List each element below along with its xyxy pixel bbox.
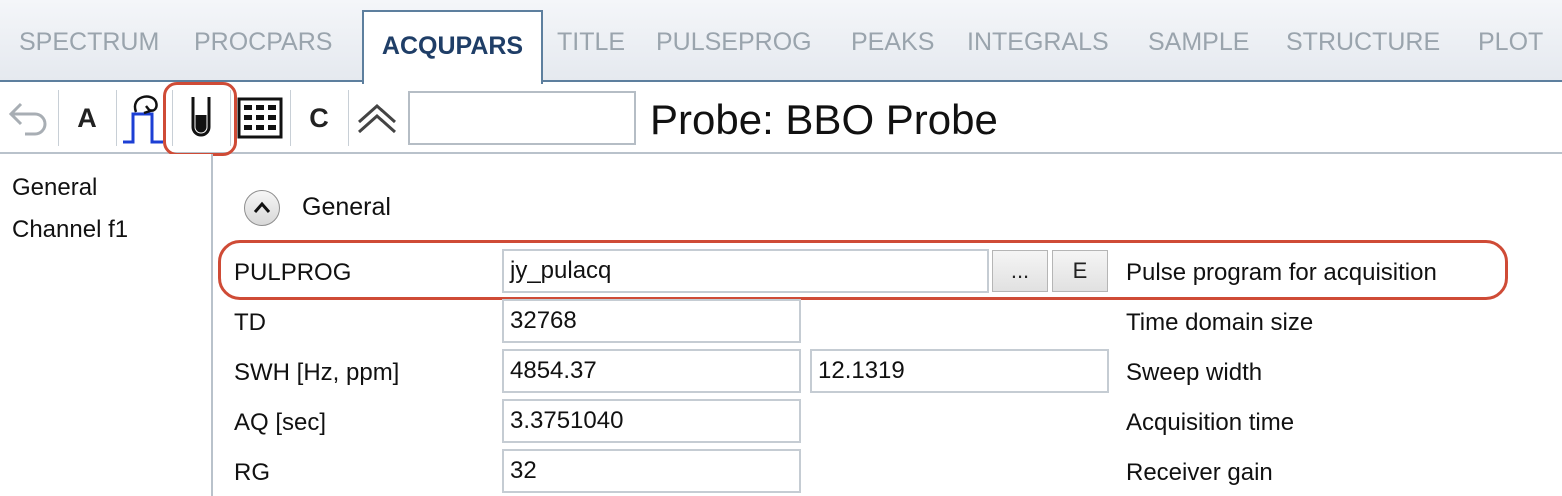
- probe-tube-icon: [191, 97, 211, 137]
- sidebar: General Channel f1: [0, 154, 213, 496]
- swh-description: Sweep width: [1126, 359, 1263, 386]
- td-label: TD: [234, 309, 266, 336]
- toolbar-separator: [172, 90, 173, 146]
- pulprog-browse-button[interactable]: ...: [992, 250, 1048, 292]
- toolbar-separator: [230, 90, 231, 146]
- pulse-program-button[interactable]: [118, 84, 168, 152]
- chevron-up-circle-icon: [253, 201, 271, 213]
- probe-button[interactable]: [174, 84, 228, 152]
- tab-integrals[interactable]: INTEGRALS: [967, 28, 1109, 57]
- tab-spectrum[interactable]: SPECTRUM: [19, 28, 159, 57]
- toolbar-separator: [116, 90, 117, 146]
- tab-procpars[interactable]: PROCPARS: [194, 28, 332, 57]
- td-input[interactable]: 32768: [502, 299, 801, 343]
- collapse-all-button[interactable]: [350, 84, 404, 152]
- tab-acqupars[interactable]: ACQUPARS: [362, 10, 543, 84]
- td-description: Time domain size: [1126, 309, 1314, 336]
- section-title: General: [302, 193, 391, 221]
- aq-label: AQ [sec]: [234, 409, 327, 436]
- toolbar-c-label: C: [309, 102, 329, 133]
- tab-structure[interactable]: STRUCTURE: [1286, 28, 1440, 57]
- rg-input[interactable]: 32: [502, 449, 801, 493]
- double-chevron-up-icon: [358, 103, 396, 134]
- pulprog-description: Pulse program for acquisition: [1126, 259, 1437, 286]
- aq-description: Acquisition time: [1126, 409, 1295, 436]
- toolbar: A C Probe: BBO Probe: [0, 84, 1562, 154]
- probe-title: Probe: BBO Probe: [650, 96, 998, 143]
- tab-pulseprog[interactable]: PULSEPROG: [656, 28, 812, 57]
- toolbar-a-label: A: [77, 102, 97, 133]
- swh-ppm-input[interactable]: 12.1319: [810, 349, 1109, 393]
- aq-input[interactable]: 3.3751040: [502, 399, 801, 443]
- toolbar-c-button[interactable]: C: [292, 84, 346, 152]
- tab-sample[interactable]: SAMPLE: [1148, 28, 1249, 57]
- swh-label: SWH [Hz, ppm]: [234, 359, 400, 386]
- grid-view-button[interactable]: [232, 84, 288, 152]
- rg-label: RG: [234, 459, 270, 486]
- toolbar-separator: [290, 90, 291, 146]
- toolbar-separator: [348, 90, 349, 146]
- rg-description: Receiver gain: [1126, 459, 1273, 486]
- toolbar-a-button[interactable]: A: [60, 84, 114, 152]
- pulprog-label: PULPROG: [234, 259, 352, 286]
- pulse-program-icon: [123, 95, 163, 144]
- undo-button[interactable]: [0, 84, 56, 152]
- pulprog-input[interactable]: jy_pulacq: [502, 249, 989, 293]
- grid-table-icon: [237, 97, 283, 139]
- swh-hz-input[interactable]: 4854.37: [502, 349, 801, 393]
- tab-plot[interactable]: PLOT: [1478, 28, 1543, 57]
- toolbar-separator: [58, 90, 59, 146]
- toolbar-search-input[interactable]: [408, 91, 636, 145]
- undo-arrow-icon: [8, 102, 47, 136]
- sidebar-item-general[interactable]: General: [12, 174, 97, 202]
- tab-bar: SPECTRUM PROCPARS ACQUPARS TITLE PULSEPR…: [0, 0, 1562, 84]
- section-collapse-button[interactable]: [244, 190, 280, 226]
- tab-title[interactable]: TITLE: [557, 28, 625, 57]
- pulprog-edit-button[interactable]: E: [1052, 250, 1108, 292]
- tab-peaks[interactable]: PEAKS: [851, 28, 934, 57]
- sidebar-item-channel-f1[interactable]: Channel f1: [12, 216, 128, 244]
